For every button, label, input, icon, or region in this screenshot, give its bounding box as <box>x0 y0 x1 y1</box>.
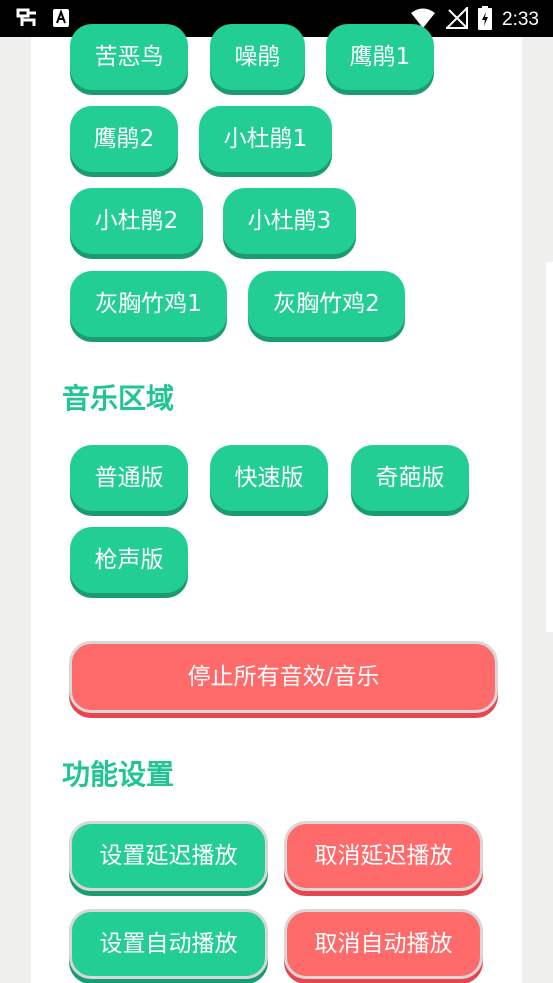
bird-button-kuniao[interactable]: 苦恶鸟 <box>70 24 188 90</box>
set-auto-play-button[interactable]: 设置自动播放 <box>69 909 268 979</box>
bird-button-huixiongzhuji-1[interactable]: 灰胸竹鸡1 <box>70 271 227 337</box>
music-section-title: 音乐区域 <box>62 382 175 415</box>
bird-button-xiaodujuan-2[interactable]: 小杜鹃2 <box>70 188 203 254</box>
background-card-edge <box>546 262 553 632</box>
bird-button-huixiongzhuji-2[interactable]: 灰胸竹鸡2 <box>248 271 405 337</box>
bird-button-xiaodujuan-3[interactable]: 小杜鹃3 <box>223 188 356 254</box>
music-button-normal[interactable]: 普通版 <box>70 445 188 511</box>
bug-icon <box>14 6 40 34</box>
bird-button-yingjuan-1[interactable]: 鹰鹃1 <box>326 24 434 90</box>
no-signal-icon <box>444 5 469 33</box>
music-button-gunshot[interactable]: 枪声版 <box>70 527 188 593</box>
bird-button-xiaodujuan-1[interactable]: 小杜鹃1 <box>199 106 332 172</box>
bird-button-yingjuan-2[interactable]: 鹰鹃2 <box>70 106 178 172</box>
cancel-auto-play-button[interactable]: 取消自动播放 <box>284 909 483 979</box>
cancel-delay-play-button[interactable]: 取消延迟播放 <box>284 821 483 891</box>
battery-charging-icon <box>478 6 493 34</box>
music-button-weird[interactable]: 奇葩版 <box>351 445 469 511</box>
music-button-fast[interactable]: 快速版 <box>210 445 328 511</box>
stop-all-button[interactable]: 停止所有音效/音乐 <box>69 641 498 713</box>
clock: 2:33 <box>502 9 539 30</box>
set-delay-play-button[interactable]: 设置延迟播放 <box>69 821 268 891</box>
bird-button-zaojuan[interactable]: 噪鹃 <box>210 24 305 90</box>
settings-section-title: 功能设置 <box>62 758 175 791</box>
a-box-icon <box>52 8 70 32</box>
